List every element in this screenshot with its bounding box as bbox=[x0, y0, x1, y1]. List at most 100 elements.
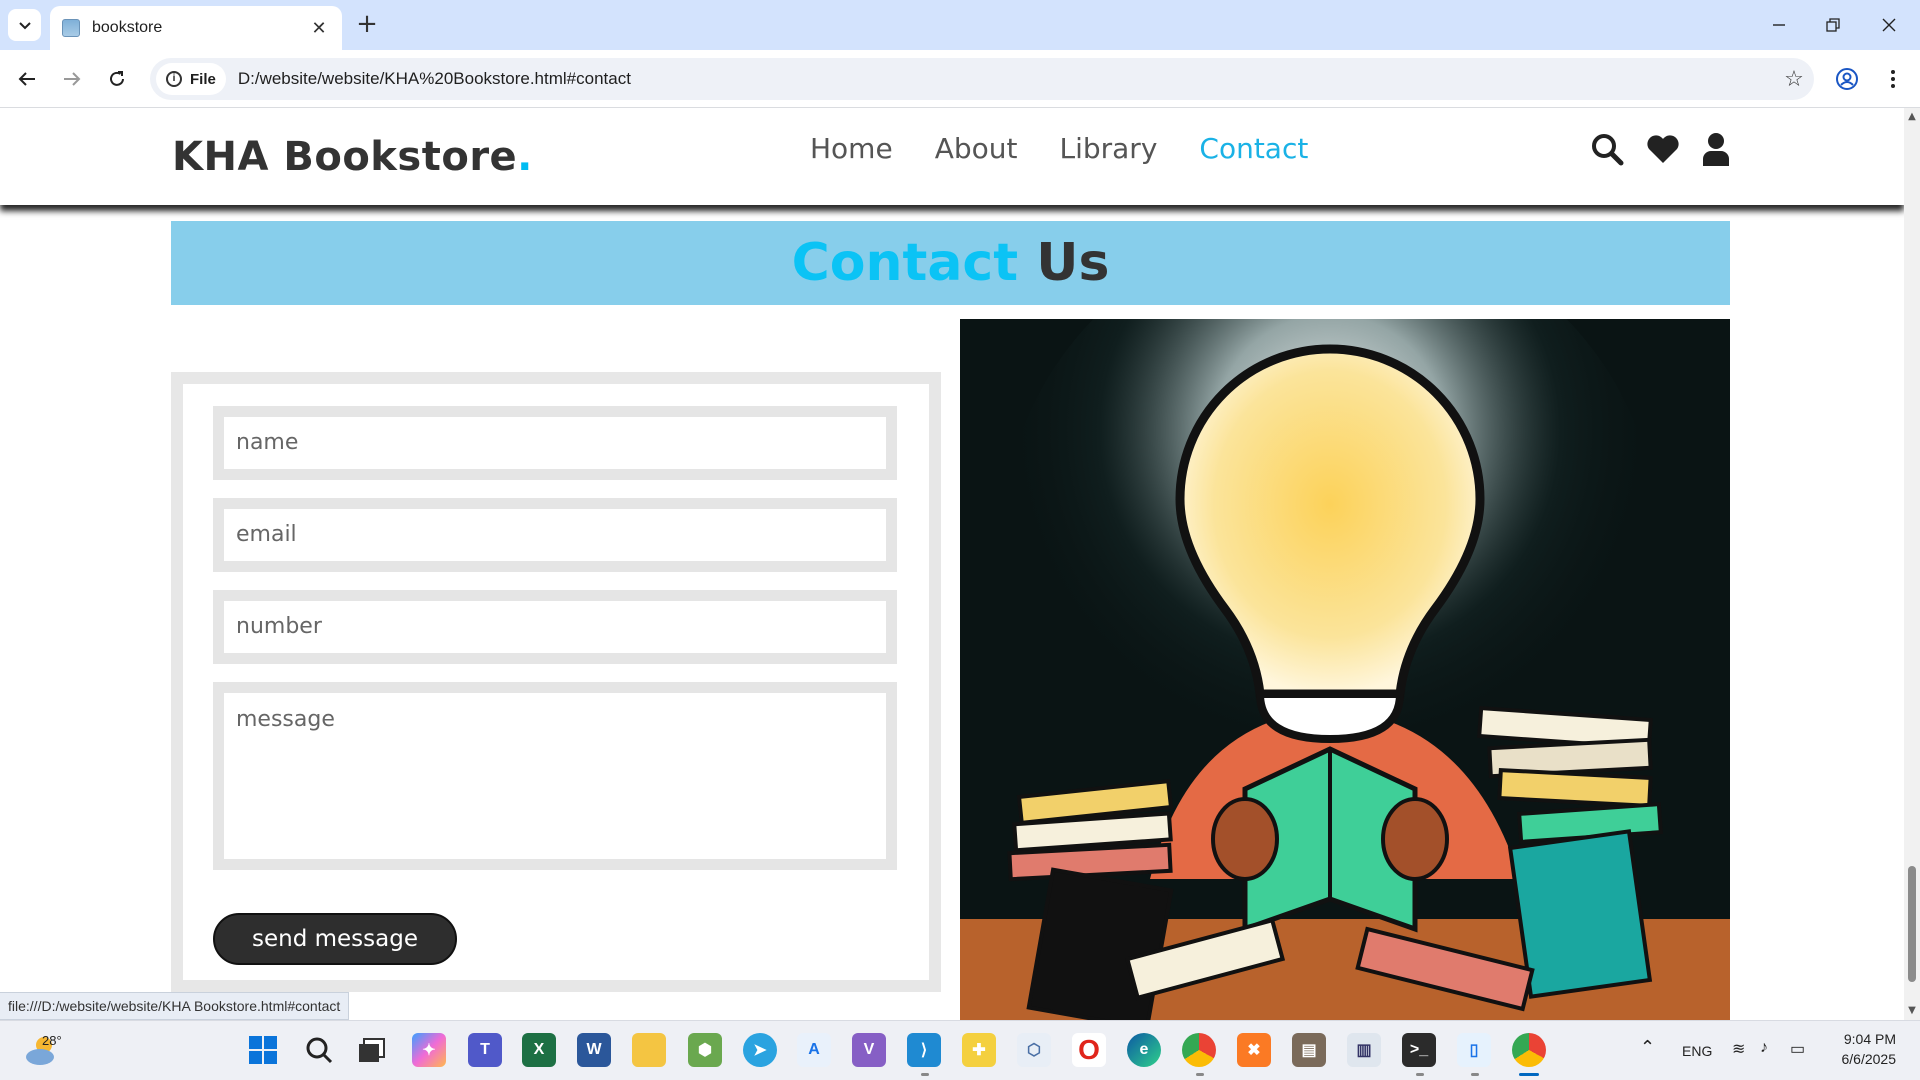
browser-tabstrip: bookstore ✕ + bbox=[0, 0, 1920, 50]
scroll-down-icon[interactable]: ▼ bbox=[1907, 1006, 1917, 1016]
bookmark-star-icon[interactable]: ☆ bbox=[1774, 67, 1814, 92]
scrollbar-thumb[interactable] bbox=[1908, 866, 1916, 982]
heart-icon[interactable] bbox=[1646, 134, 1680, 164]
new-tab-button[interactable]: + bbox=[352, 10, 382, 40]
minimize-button[interactable] bbox=[1752, 8, 1806, 42]
send-message-button[interactable]: send message bbox=[213, 913, 457, 965]
taskbar-opera[interactable]: O bbox=[1072, 1033, 1106, 1067]
taskbar-vscode[interactable]: ⟩ bbox=[907, 1033, 941, 1067]
taskbar-chrome-1[interactable] bbox=[1182, 1033, 1216, 1067]
telegram-icon: ➤ bbox=[753, 1042, 767, 1059]
taskbar-task-view[interactable] bbox=[355, 1033, 389, 1067]
email-field[interactable]: email bbox=[213, 498, 897, 572]
taskbar-visual-studio[interactable]: V bbox=[852, 1033, 886, 1067]
name-field[interactable]: name bbox=[213, 406, 897, 480]
clock-time[interactable]: 9:04 PM bbox=[1836, 1031, 1896, 1047]
taskbar-app-box[interactable]: ⬡ bbox=[1017, 1033, 1051, 1067]
taskbar-chrome-active[interactable] bbox=[1512, 1033, 1546, 1067]
taskbar-search[interactable] bbox=[302, 1033, 336, 1067]
taskbar-app-puzzle[interactable]: ✚ bbox=[962, 1033, 996, 1067]
visual-studio-icon: V bbox=[863, 1041, 875, 1058]
running-indicator bbox=[1416, 1073, 1424, 1076]
xampp-icon: ✖ bbox=[1247, 1042, 1261, 1059]
profile-icon bbox=[1836, 68, 1858, 90]
taskbar-telegram[interactable]: ➤ bbox=[743, 1033, 777, 1067]
language-indicator[interactable]: ENG bbox=[1682, 1043, 1712, 1059]
taskbar-teams[interactable]: T bbox=[468, 1033, 502, 1067]
nav-home[interactable]: Home bbox=[810, 132, 893, 165]
back-arrow-icon bbox=[18, 72, 35, 86]
url-text[interactable]: D:/website/website/KHA%20Bookstore.html#… bbox=[238, 69, 1774, 89]
wifi-icon[interactable]: ≋ bbox=[1732, 1039, 1745, 1059]
app-icon: ⬢ bbox=[698, 1042, 712, 1059]
taskbar-file-explorer[interactable] bbox=[632, 1033, 666, 1067]
forward-button[interactable] bbox=[55, 62, 89, 96]
start-button[interactable] bbox=[246, 1033, 280, 1067]
clock-date[interactable]: 6/6/2025 bbox=[1830, 1051, 1897, 1067]
kebab-menu-icon bbox=[1891, 70, 1895, 88]
taskbar-app-pin[interactable]: ⬢ bbox=[688, 1033, 722, 1067]
message-field[interactable]: message bbox=[213, 682, 897, 870]
logo-dot: . bbox=[517, 134, 533, 180]
active-app-indicator bbox=[1519, 1073, 1539, 1076]
user-icon[interactable] bbox=[1702, 132, 1730, 166]
puzzle-icon: ✚ bbox=[972, 1042, 986, 1059]
battery-icon[interactable]: ▭ bbox=[1790, 1039, 1805, 1059]
archive-icon: ▤ bbox=[1301, 1042, 1317, 1059]
browser-tab-active[interactable]: bookstore ✕ bbox=[50, 6, 342, 50]
nav-about[interactable]: About bbox=[935, 132, 1018, 165]
vscode-icon: ⟩ bbox=[920, 1042, 928, 1059]
status-bubble: file:///D:/website/website/KHA Bookstore… bbox=[0, 992, 350, 1020]
site-info-chip[interactable]: i File bbox=[156, 63, 226, 95]
nav-library[interactable]: Library bbox=[1059, 132, 1157, 165]
weather-temperature: 28° bbox=[42, 1033, 62, 1048]
site-chip-label: File bbox=[190, 70, 216, 88]
taskbar-app-files[interactable]: ▥ bbox=[1347, 1033, 1381, 1067]
tab-title: bookstore bbox=[92, 19, 163, 36]
search-icon[interactable] bbox=[1590, 132, 1624, 166]
address-bar[interactable]: i File D:/website/website/KHA%20Bookstor… bbox=[150, 58, 1814, 100]
terminal-icon: >_ bbox=[1409, 1041, 1429, 1058]
running-indicator bbox=[921, 1073, 929, 1076]
browser-toolbar: i File D:/website/website/KHA%20Bookstor… bbox=[0, 50, 1920, 108]
contact-heading-highlight: Contact bbox=[791, 233, 1019, 293]
lightbulb-reader-illustration bbox=[960, 319, 1730, 1020]
taskbar-word[interactable]: W bbox=[577, 1033, 611, 1067]
site-header: KHA Bookstore. Home About Library Contac… bbox=[0, 108, 1904, 205]
taskbar-app-notepad[interactable]: ▯ bbox=[1457, 1033, 1491, 1067]
reload-button[interactable] bbox=[100, 62, 134, 96]
page-favicon-icon bbox=[62, 19, 80, 37]
taskbar-edge[interactable]: e bbox=[1127, 1033, 1161, 1067]
running-indicator bbox=[1196, 1073, 1204, 1076]
taskbar-excel[interactable]: X bbox=[522, 1033, 556, 1067]
contact-form: name email number message send message bbox=[171, 372, 941, 992]
word-icon: W bbox=[586, 1041, 602, 1058]
back-button[interactable] bbox=[10, 62, 44, 96]
taskbar-app-winrar[interactable]: ▤ bbox=[1292, 1033, 1326, 1067]
taskbar-xampp[interactable]: ✖ bbox=[1237, 1033, 1271, 1067]
browser-menu-button[interactable] bbox=[1876, 62, 1910, 96]
main-nav: Home About Library Contact bbox=[810, 132, 1308, 165]
profile-button[interactable] bbox=[1830, 62, 1864, 96]
teams-icon: T bbox=[480, 1041, 490, 1058]
page-scrollbar[interactable]: ▲ ▼ bbox=[1904, 108, 1920, 1020]
site-logo[interactable]: KHA Bookstore. bbox=[172, 134, 533, 180]
volume-icon[interactable]: ♪ bbox=[1760, 1039, 1768, 1057]
taskbar-copilot[interactable]: ✦ bbox=[412, 1033, 446, 1067]
files-icon: ▥ bbox=[1356, 1042, 1372, 1059]
nav-contact[interactable]: Contact bbox=[1199, 132, 1308, 165]
tray-overflow-chevron-icon[interactable]: ⌃ bbox=[1640, 1037, 1655, 1058]
scroll-up-icon[interactable]: ▲ bbox=[1907, 112, 1917, 122]
close-window-button[interactable] bbox=[1862, 8, 1916, 42]
contact-heading: Contact Us bbox=[171, 221, 1730, 305]
close-tab-icon[interactable]: ✕ bbox=[308, 18, 330, 39]
taskbar-terminal[interactable]: >_ bbox=[1402, 1033, 1436, 1067]
taskbar-translate[interactable]: A bbox=[797, 1033, 831, 1067]
translate-icon: A bbox=[808, 1041, 820, 1058]
number-field[interactable]: number bbox=[213, 590, 897, 664]
restore-button[interactable] bbox=[1806, 8, 1860, 42]
restore-icon bbox=[1826, 18, 1840, 32]
info-icon: i bbox=[166, 71, 182, 87]
tab-search-button[interactable] bbox=[8, 9, 41, 41]
chevron-down-icon bbox=[18, 22, 31, 30]
